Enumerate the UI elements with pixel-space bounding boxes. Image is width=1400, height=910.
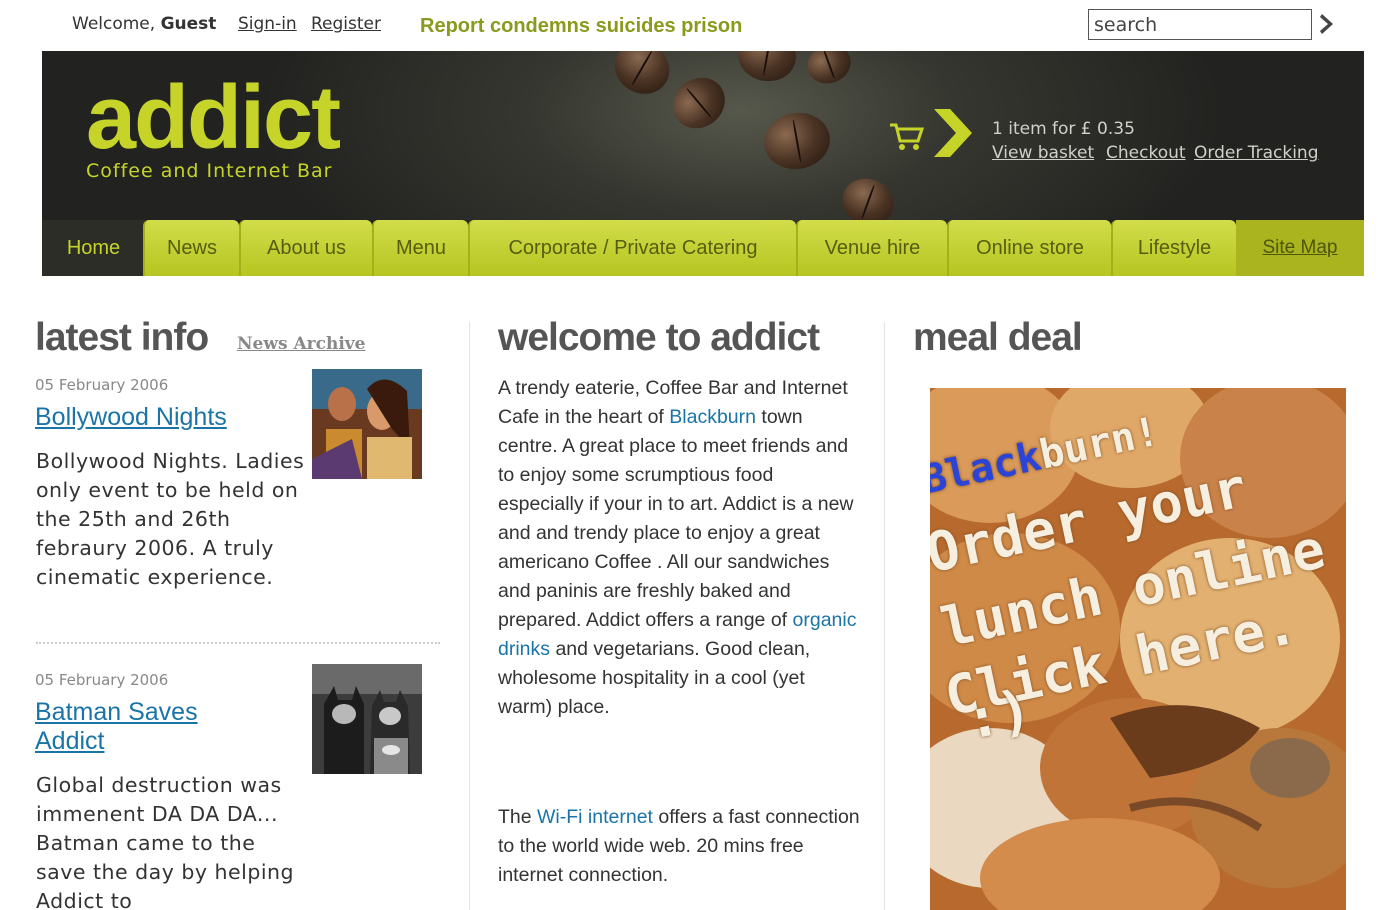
welcome-text: town centre. A great place to meet frien… — [498, 406, 854, 631]
column-divider — [884, 322, 885, 910]
bollywood-thumbnail[interactable] — [312, 369, 422, 479]
meal-deal-title: meal deal — [913, 316, 1083, 359]
search-go-icon[interactable] — [1318, 12, 1338, 36]
news-date: 05 February 2006 — [35, 376, 169, 394]
coffee-bean-image — [801, 51, 857, 90]
nav-online-store[interactable]: Online store — [947, 220, 1111, 276]
news-summary: Global destruction was immenent DA DA DA… — [36, 773, 295, 910]
news-archive-link[interactable]: News Archive — [237, 334, 366, 354]
wifi-internet-link[interactable]: Wi-Fi internet — [537, 806, 653, 828]
nav-news[interactable]: News — [143, 220, 239, 276]
main-navigation: Home News About us Menu Corporate / Priv… — [42, 220, 1364, 276]
nav-corporate-catering[interactable]: Corporate / Private Catering — [468, 220, 796, 276]
news-ticker-headline[interactable]: Report condemns suicides prison — [420, 15, 742, 38]
meal-deal-smiley: :) — [960, 676, 1037, 753]
signin-link[interactable]: Sign-in — [238, 14, 297, 34]
coffee-bean-image — [662, 67, 736, 139]
coffee-bean-image — [734, 51, 800, 86]
latest-info-title: latest info — [35, 316, 209, 359]
wifi-text: The — [498, 806, 532, 828]
nav-menu[interactable]: Menu — [372, 220, 468, 276]
shopping-cart-icon[interactable] — [888, 115, 928, 155]
news-title-link[interactable]: Batman Saves Addict — [35, 698, 235, 756]
site-tagline: Coffee and Internet Bar — [86, 160, 333, 182]
nav-home[interactable]: Home — [42, 220, 145, 276]
search-input[interactable] — [1088, 9, 1312, 40]
welcome-message: Welcome, Guest — [72, 14, 216, 34]
view-basket-link[interactable]: View basket — [992, 143, 1094, 163]
order-tracking-link[interactable]: Order Tracking — [1194, 143, 1319, 163]
coffee-bean-image — [759, 107, 835, 175]
column-divider — [469, 322, 470, 910]
register-link[interactable]: Register — [311, 14, 381, 34]
news-date: 05 February 2006 — [35, 671, 169, 689]
username: Guest — [160, 14, 217, 34]
welcome-paragraph: A trendy eaterie, Coffee Bar and Interne… — [498, 374, 863, 722]
blackburn-link[interactable]: Blackburn — [669, 406, 756, 428]
nav-lifestyle[interactable]: Lifestyle — [1111, 220, 1236, 276]
welcome-title: welcome to addict — [498, 316, 820, 359]
checkout-link[interactable]: Checkout — [1106, 143, 1186, 163]
wifi-paragraph: The Wi-Fi internet offers a fast connect… — [498, 803, 863, 890]
welcome-prefix: Welcome, — [72, 14, 156, 34]
top-bar: Welcome, Guest Sign-in Register Report c… — [0, 0, 1400, 50]
news-divider — [36, 642, 440, 644]
nav-site-map[interactable]: Site Map — [1236, 220, 1364, 276]
arrow-right-icon — [934, 109, 972, 157]
batman-thumbnail[interactable] — [312, 664, 422, 774]
basket-summary: 1 item for £ 0.35 — [992, 119, 1135, 139]
site-logo[interactable]: addict — [86, 73, 341, 163]
coffee-bean-image — [605, 51, 679, 104]
news-title-link[interactable]: Bollywood Nights — [35, 403, 227, 432]
meal-deal-banner[interactable]: Blackburn! Order your lunch online Click… — [930, 388, 1346, 910]
nav-about-us[interactable]: About us — [239, 220, 372, 276]
nav-venue-hire[interactable]: Venue hire — [796, 220, 947, 276]
news-summary: Bollywood Nights. Ladies only event to b… — [36, 449, 305, 589]
